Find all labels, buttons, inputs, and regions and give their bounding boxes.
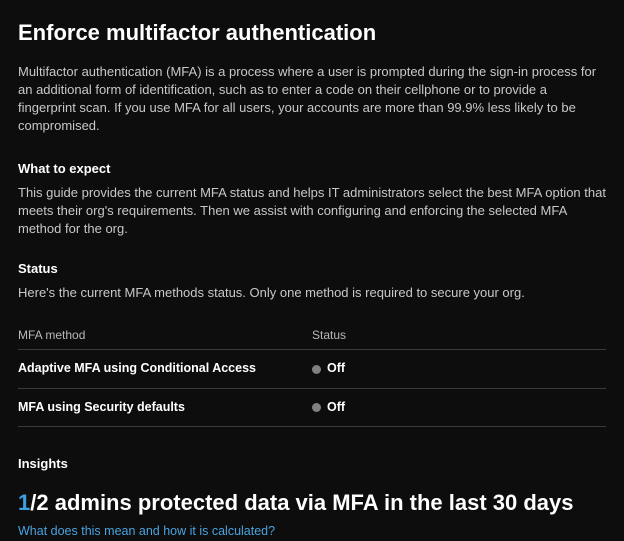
insights-label: Insights xyxy=(18,455,606,473)
col-header-status: Status xyxy=(312,321,606,350)
status-cell: Off xyxy=(312,388,606,427)
insight-rest: /2 admins protected data via MFA in the … xyxy=(30,490,573,515)
insight-help-link[interactable]: What does this mean and how it is calcul… xyxy=(18,524,275,538)
insight-numerator: 1 xyxy=(18,490,30,515)
col-header-method: MFA method xyxy=(18,321,312,350)
table-row: Adaptive MFA using Conditional Access Of… xyxy=(18,350,606,389)
status-label: Status xyxy=(18,260,606,278)
table-row: MFA using Security defaults Off xyxy=(18,388,606,427)
status-desc: Here's the current MFA methods status. O… xyxy=(18,284,606,302)
status-dot-icon xyxy=(312,365,321,374)
method-cell: MFA using Security defaults xyxy=(18,388,312,427)
expect-text: This guide provides the current MFA stat… xyxy=(18,184,606,239)
expect-label: What to expect xyxy=(18,160,606,178)
status-table: MFA method Status Adaptive MFA using Con… xyxy=(18,321,606,428)
status-dot-icon xyxy=(312,403,321,412)
method-cell: Adaptive MFA using Conditional Access xyxy=(18,350,312,389)
intro-text: Multifactor authentication (MFA) is a pr… xyxy=(18,63,606,136)
page-title: Enforce multifactor authentication xyxy=(18,18,606,49)
insight-headline: 1/2 admins protected data via MFA in the… xyxy=(18,488,606,519)
status-cell: Off xyxy=(312,350,606,389)
status-text: Off xyxy=(327,361,345,375)
status-text: Off xyxy=(327,400,345,414)
